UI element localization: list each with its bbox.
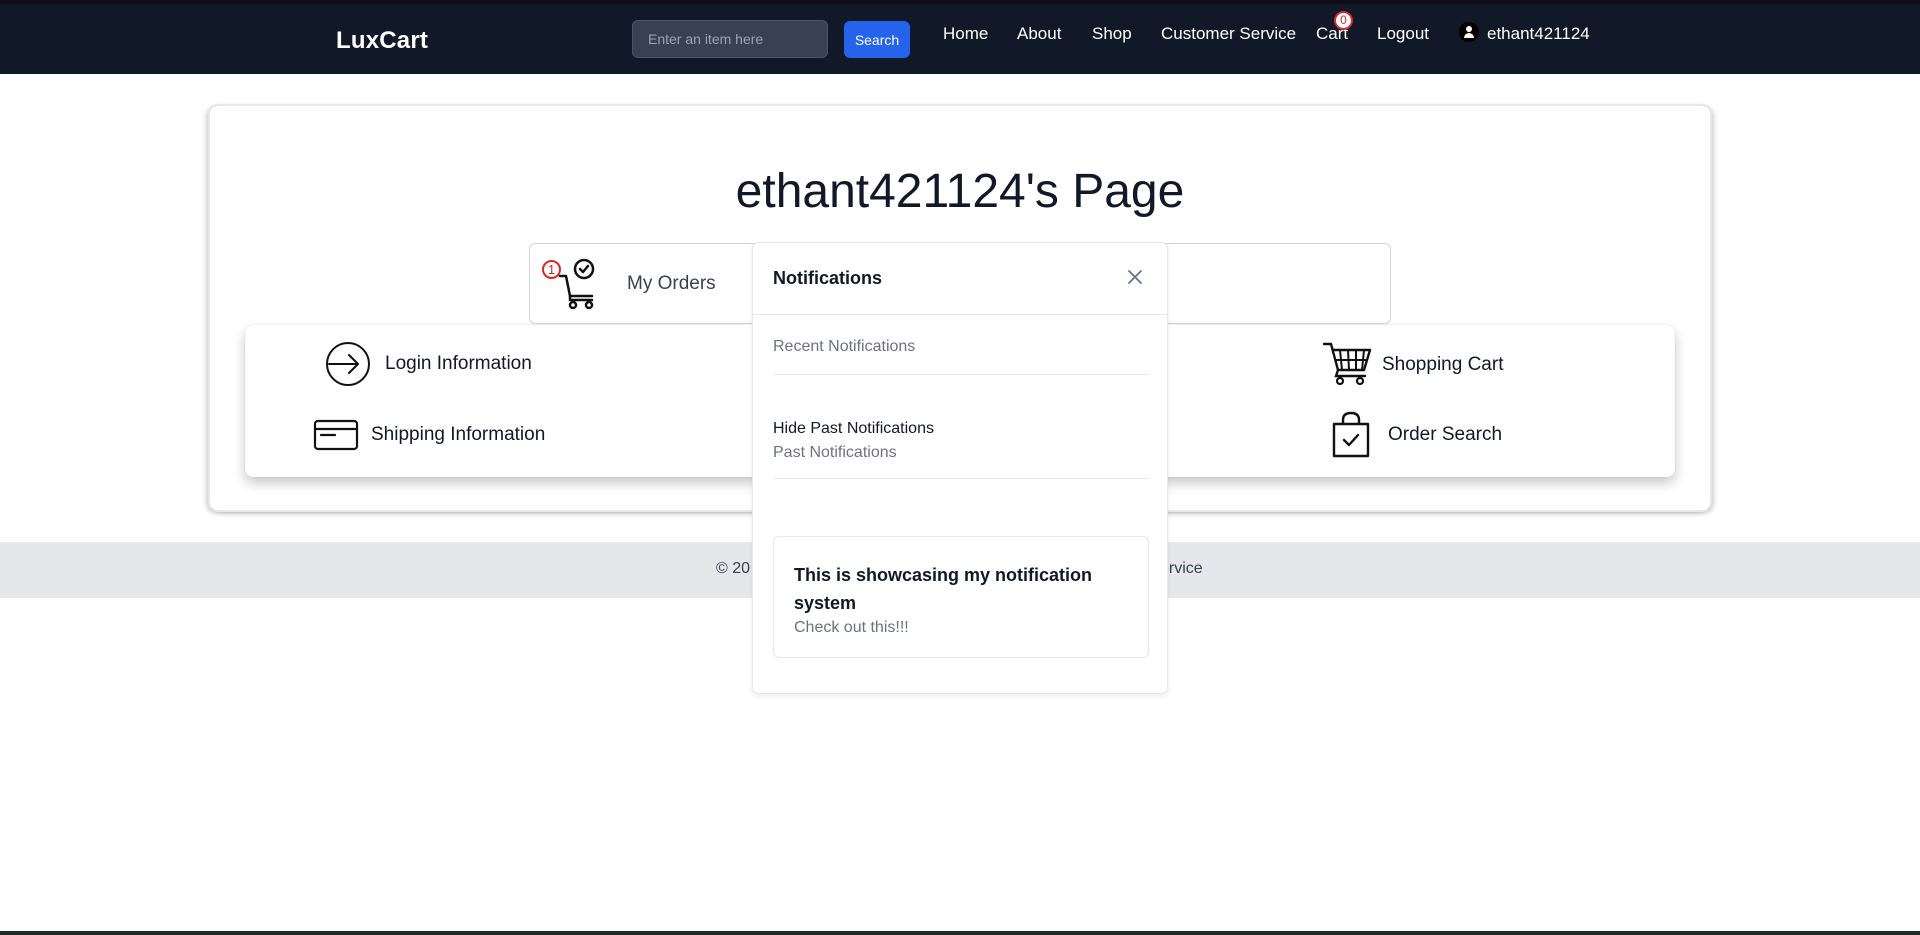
arrow-in-circle-icon: [326, 342, 370, 386]
order-search-label: Order Search: [1388, 424, 1503, 445]
notifications-popover: Notifications Recent Notifications Hide …: [752, 242, 1168, 694]
shopping-cart-label: Shopping Cart: [1382, 354, 1504, 375]
past-notifications-label: Past Notifications: [773, 444, 897, 461]
shopping-cart-icon: [1322, 342, 1372, 386]
nav-about[interactable]: About: [1017, 24, 1061, 44]
shopping-cart-link[interactable]: Shopping Cart: [1322, 340, 1522, 388]
recent-notifications-label: Recent Notifications: [773, 338, 916, 355]
credit-card-icon: [313, 419, 359, 451]
brand-logo[interactable]: LuxCart: [336, 27, 428, 55]
page-title: ethant421124's Page: [735, 165, 1185, 218]
bottom-edge: [0, 931, 1920, 935]
footer-copyright: © 20: [716, 560, 751, 577]
order-search-link[interactable]: Order Search: [1330, 410, 1530, 462]
nav-logout[interactable]: Logout: [1377, 24, 1429, 44]
notification-body: Check out this!!!: [794, 619, 909, 636]
login-information-link[interactable]: Login Information: [325, 341, 545, 391]
login-information-label: Login Information: [385, 353, 532, 374]
shopping-bag-check-icon: [1332, 411, 1370, 458]
navbar: LuxCart Search Home About Shop Customer …: [0, 4, 1920, 74]
search-button[interactable]: Search: [844, 21, 910, 58]
orders-count-badge: 1: [542, 260, 561, 279]
close-icon[interactable]: [1123, 265, 1147, 289]
hide-past-notifications-button[interactable]: Hide Past Notifications: [773, 420, 934, 438]
nav-shop[interactable]: Shop: [1092, 24, 1132, 44]
search-input[interactable]: [632, 20, 828, 58]
past-divider: [773, 478, 1149, 479]
nav-username[interactable]: ethant421124: [1487, 24, 1590, 44]
notifications-title: Notifications: [773, 268, 883, 288]
my-orders-label: My Orders: [627, 273, 716, 294]
notification-title: This is showcasing my notification syste…: [794, 565, 1093, 613]
nav-home[interactable]: Home: [943, 24, 988, 44]
recent-divider: [773, 374, 1149, 375]
notifications-divider: [753, 314, 1167, 315]
shipping-information-label: Shipping Information: [371, 424, 546, 445]
notification-item[interactable]: This is showcasing my notification syste…: [773, 536, 1149, 658]
user-icon: [1459, 22, 1479, 42]
nav-customer-service[interactable]: Customer Service: [1161, 24, 1296, 44]
cart-count-badge: 0: [1334, 11, 1353, 30]
shipping-information-link[interactable]: Shipping Information: [313, 419, 563, 459]
